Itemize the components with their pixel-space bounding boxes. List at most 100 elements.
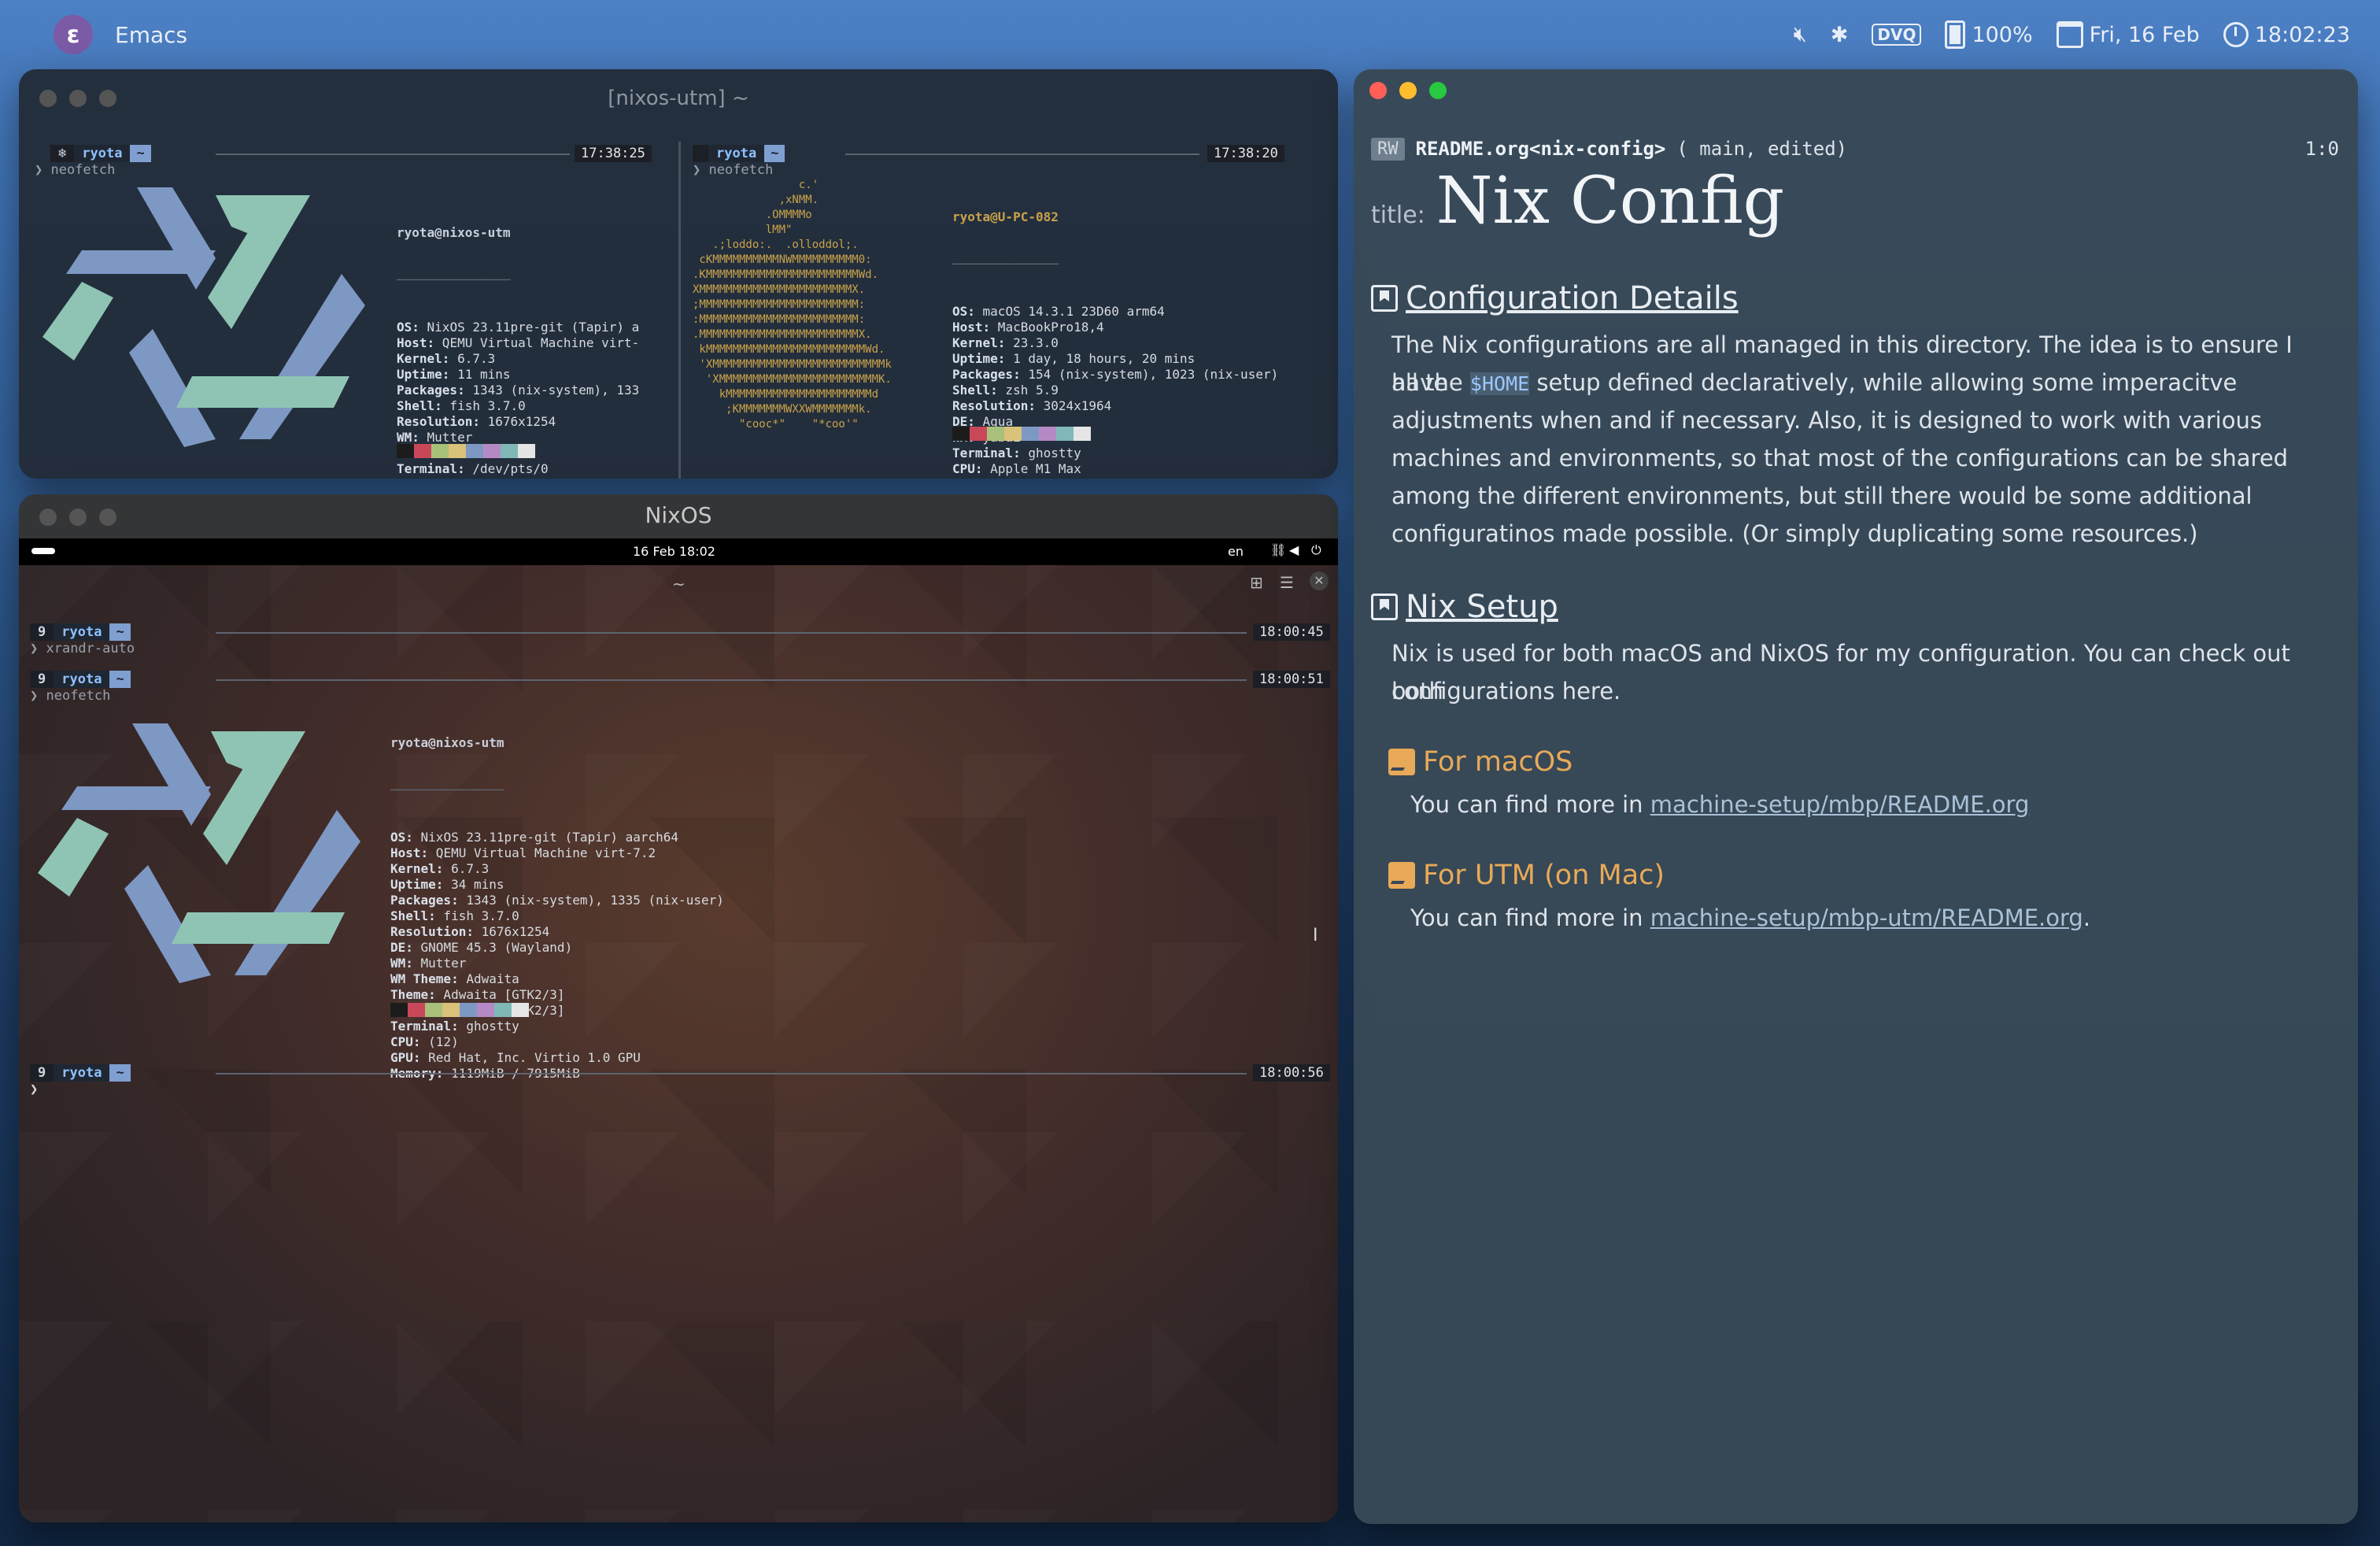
neofetch-value: 154 (nix-system), 1023 (nix-user) — [1020, 367, 1279, 382]
menu-icon[interactable]: ☰ — [1280, 573, 1294, 592]
neofetch-key: Kernel: — [397, 351, 450, 366]
volume-icon[interactable]: ◀ — [1289, 542, 1299, 557]
neofetch-key: Packages: — [390, 893, 459, 908]
link-mbp-readme[interactable]: machine-setup/mbp/README.org — [1650, 791, 2030, 818]
terminal-window-nixos-utm[interactable]: [nixos-utm] ~ ❄ ryota ~ 17:38:25 ❯ neofe… — [19, 69, 1338, 479]
neofetch-row: WM Theme: Adwaita — [390, 971, 724, 987]
neofetch-key: WM: — [390, 956, 413, 971]
minimize-button[interactable] — [1399, 82, 1417, 99]
clock-status[interactable]: 18:02:23 — [2223, 22, 2350, 47]
neofetch-key: Resolution: — [390, 924, 474, 939]
neofetch-row: Packages: 1343 (nix-system), 133 — [397, 383, 639, 398]
document-title-line: title: Nix Config — [1371, 164, 1784, 239]
color-swatch — [483, 444, 501, 458]
prompt-user: ryota — [54, 671, 110, 688]
neofetch-host-title: ryota@nixos-utm — [390, 735, 504, 750]
command-text: ❯ xrandr-auto — [30, 641, 135, 656]
pane-divider[interactable] — [678, 142, 681, 479]
emacs-window[interactable]: RW README.org<nix-config> ( main, edited… — [1354, 69, 2358, 1524]
bluetooth-icon[interactable]: ✱ — [1831, 23, 1849, 47]
subheading-edit-icon — [1388, 862, 1415, 889]
neofetch-value: /dev/pts/0 — [464, 461, 549, 476]
neofetch-row: CPU: (12) — [397, 477, 639, 479]
link-mbp-utm-readme[interactable]: machine-setup/mbp-utm/README.org — [1650, 904, 2083, 931]
neofetch-row: GPU: Apple M1 Max — [952, 477, 1278, 479]
neofetch-info-list: OS: macOS 14.3.1 23D60 arm64 Host: MacBoo… — [952, 304, 1278, 479]
buffer-mode-badge: RW — [1371, 137, 1405, 161]
prompt-dir: ~ — [764, 145, 785, 162]
calendar-icon — [2056, 21, 2083, 48]
subheading-edit-icon — [1388, 749, 1415, 775]
heading-nix-setup[interactable]: Nix Setup — [1371, 589, 1558, 625]
active-app-name[interactable]: Emacs — [115, 22, 187, 48]
subheading-for-utm[interactable]: For UTM (on Mac) — [1388, 860, 1665, 891]
neofetch-value: Mutter — [412, 956, 467, 971]
neofetch-key: Terminal: — [397, 461, 465, 476]
subheading-for-macos[interactable]: For macOS — [1388, 746, 1572, 778]
prompt-dir: ~ — [109, 623, 131, 641]
neofetch-row: OS: macOS 14.3.1 23D60 arm64 — [952, 304, 1278, 320]
window-title: NixOS — [645, 502, 712, 528]
neofetch-underline: ─────────────── — [390, 782, 504, 797]
keyboard-layout-indicator[interactable]: DVQ — [1872, 24, 1922, 46]
paragraph-line: machines and environments, so that most … — [1391, 445, 2289, 472]
neofetch-row: CPU: (12) — [390, 1034, 724, 1050]
emacs-app-icon[interactable]: ε — [54, 15, 93, 54]
neofetch-key: WM: — [397, 430, 419, 445]
close-button[interactable] — [1369, 82, 1387, 99]
neofetch-row: Host: MacBookPro18,4 — [952, 320, 1278, 335]
input-language[interactable]: en — [1228, 544, 1244, 559]
neofetch-value: Adwaita [GTK2/3] — [435, 987, 565, 1002]
prompt-dir: ~ — [109, 671, 131, 688]
date-status[interactable]: Fri, 16 Feb — [2056, 21, 2200, 48]
color-swatch — [501, 444, 518, 458]
neofetch-info: ryota@nixos-utm ─────────────── OS: NixO… — [397, 194, 639, 479]
prompt-user: ryota — [54, 1064, 110, 1082]
mute-icon[interactable]: 🔇︎ — [1794, 22, 1807, 47]
network-icon[interactable]: ⛓ — [1270, 542, 1286, 557]
neofetch-row: WM: Mutter — [397, 430, 639, 446]
color-swatch — [970, 427, 987, 441]
neofetch-value: zsh 5.9 — [997, 383, 1059, 398]
inline-code-home: $HOME — [1469, 372, 1530, 395]
neofetch-value: 11 mins — [449, 367, 511, 382]
new-tab-icon[interactable]: ⊞ — [1250, 573, 1263, 592]
neofetch-value: 1676x1254 — [479, 414, 556, 429]
utm-window-nixos[interactable]: NixOS 16 Feb 18:02 en ⛓ ◀ ⏻ ~ ⊞ ☰ ✕ 9 ry… — [19, 494, 1338, 1522]
prompt-divider — [216, 153, 570, 155]
color-swatch — [425, 1003, 442, 1017]
color-swatches — [397, 444, 535, 458]
paragraph-line: adjustments when and if necessary. Also,… — [1391, 407, 2262, 434]
command-input[interactable]: ❯ — [30, 1082, 38, 1097]
menu-bar: ε Emacs 🔇︎ ✱ DVQ 100% Fri, 16 Feb 18:02:… — [0, 0, 2380, 69]
neofetch-row: Shell: zsh 5.9 — [952, 383, 1278, 398]
neofetch-value: fish 3.7.0 — [442, 398, 526, 413]
neofetch-key: OS: — [952, 304, 975, 319]
close-tab-icon[interactable]: ✕ — [1310, 571, 1329, 590]
prompt-count: 9 — [30, 623, 54, 641]
neofetch-value: 6.7.3 — [443, 861, 490, 876]
activities-indicator[interactable] — [31, 548, 55, 554]
neofetch-key: Uptime: — [397, 367, 450, 382]
neofetch-key: WM Theme: — [390, 971, 459, 986]
prompt-count: 9 — [30, 671, 54, 688]
window-controls — [1369, 82, 1447, 99]
neofetch-row: Kernel: 6.7.3 — [397, 351, 639, 367]
power-icon[interactable]: ⏻ — [1311, 542, 1321, 558]
zoom-button[interactable] — [1429, 82, 1447, 99]
text-fragment: all the — [1391, 369, 1470, 396]
heading-configuration-details[interactable]: Configuration Details — [1371, 280, 1739, 316]
color-swatch — [408, 1003, 425, 1017]
prompt-divider — [216, 632, 1247, 634]
apple-small-icon — [693, 145, 708, 162]
neofetch-value: QEMU Virtual Machine virt-7.2 — [428, 845, 656, 860]
text-cursor-icon: I — [1313, 926, 1318, 945]
gnome-clock[interactable]: 16 Feb 18:02 — [633, 544, 715, 559]
command-value: neofetch — [46, 688, 111, 704]
paragraph-line: configurations here. — [1391, 678, 1621, 705]
neofetch-row: Uptime: 34 mins — [390, 877, 724, 893]
battery-status[interactable]: 100% — [1945, 20, 2033, 49]
prompt-dir: ~ — [130, 145, 151, 162]
neofetch-row: GPU: Red Hat, Inc. Virtio 1.0 GPU — [390, 1050, 724, 1066]
prompt-count: 9 — [30, 1064, 54, 1082]
